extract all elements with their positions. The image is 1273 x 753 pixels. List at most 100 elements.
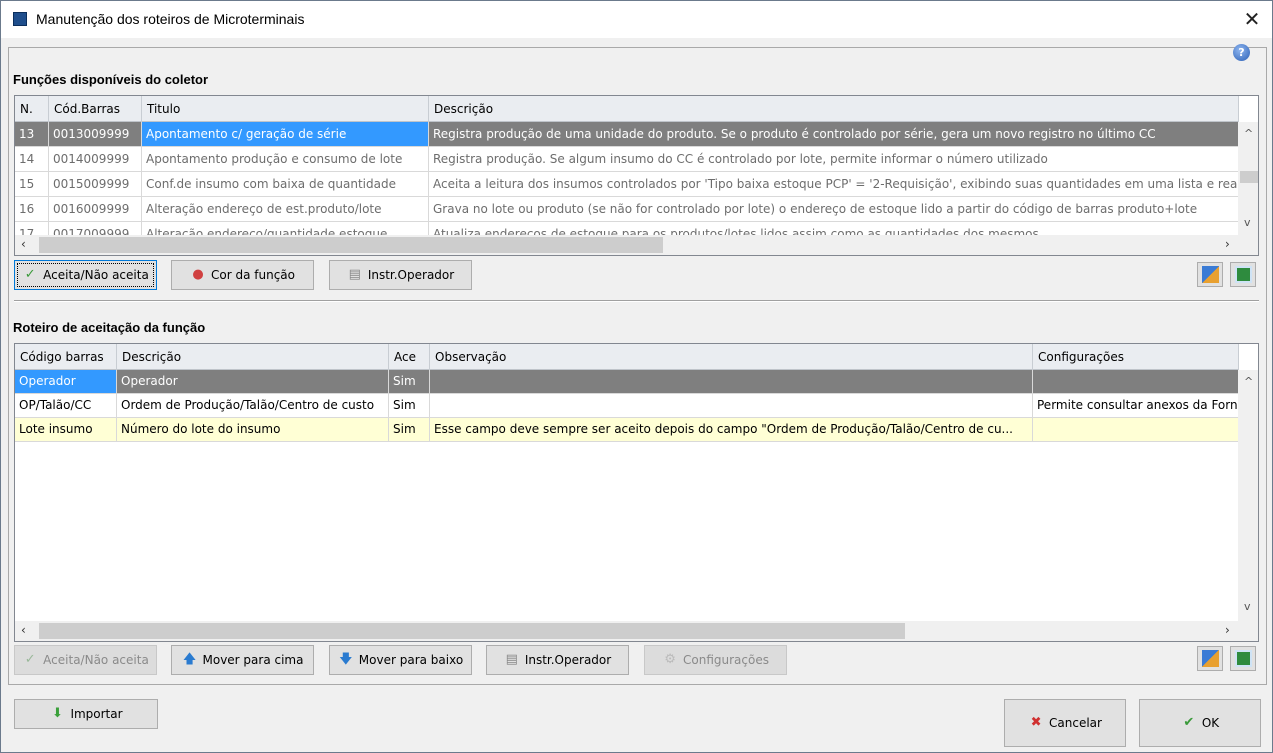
scroll-left-icon[interactable]: ‹ [21, 237, 26, 251]
button-label: Instr.Operador [367, 268, 455, 282]
check-cross-icon: ✓ [24, 652, 36, 667]
col-header-settings[interactable]: Configurações [1033, 344, 1239, 370]
functions-horizontal-scrollbar[interactable]: ‹ › [15, 235, 1258, 255]
notepad-icon: ▤ [348, 267, 361, 282]
cell-title: Apontamento c/ geração de série [142, 122, 429, 146]
cell-desc: Registra produção de uma unidade do prod… [429, 122, 1239, 146]
scroll-right-icon[interactable]: › [1225, 237, 1230, 251]
scroll-thumb[interactable] [39, 237, 663, 253]
col-header-n[interactable]: N. [15, 96, 49, 122]
function-row[interactable]: 15 0015009999 Conf.de insumo com baixa de … [15, 172, 1239, 197]
notepad-icon: ▤ [505, 652, 518, 667]
cancel-x-icon: ✖ [1030, 715, 1042, 730]
route-horizontal-scrollbar[interactable]: ‹ › [15, 621, 1258, 641]
help-icon[interactable]: ? [1233, 44, 1250, 61]
cell-ace: Sim [389, 370, 430, 393]
route-export-excel-button[interactable] [1230, 646, 1256, 671]
functions-section-title: Funções disponíveis do coletor [13, 72, 209, 87]
title-bar: Manutenção dos roteiros de Microterminai… [1, 1, 1272, 38]
route-row[interactable]: Operador Operador Sim [15, 370, 1239, 394]
cell-desc: Número do lote do insumo [117, 418, 389, 441]
cell-title: Alteração endereço de est.produto/lote [142, 197, 429, 221]
col-header-barcode[interactable]: Código barras [15, 344, 117, 370]
cell-n: 16 [15, 197, 49, 221]
checkmark-icon: ✔ [1183, 715, 1195, 730]
operator-instructions-button[interactable]: ▤ Instr.Operador [329, 260, 472, 290]
function-row[interactable]: 16 0016009999 Alteração endereço de est.pr… [15, 197, 1239, 222]
excel-icon [1235, 650, 1252, 667]
functions-grid-header: N. Cód.Barras Titulo Descrição [15, 96, 1239, 122]
route-section-title: Roteiro de aceitação da função [13, 320, 206, 335]
scroll-down-icon[interactable]: v [1244, 216, 1251, 229]
functions-vertical-scrollbar[interactable]: ^ v [1238, 122, 1258, 235]
cell-n: 15 [15, 172, 49, 196]
arrow-down-icon: 🡇 [339, 652, 353, 667]
col-header-description[interactable]: Descrição [117, 344, 389, 370]
cell-code: 0013009999 [49, 122, 142, 146]
col-header-accept[interactable]: Ace [389, 344, 430, 370]
section-divider [14, 300, 1259, 302]
cell-ace: Sim [389, 394, 430, 417]
button-label: Cancelar [1049, 716, 1102, 730]
close-button[interactable]: ✕ [1237, 5, 1267, 33]
cell-desc: Ordem de Produção/Talão/Centro de custo [117, 394, 389, 417]
cell-n: 14 [15, 147, 49, 171]
route-grid-layout-button[interactable] [1197, 646, 1223, 671]
import-icon: ⬇ [51, 706, 63, 721]
cell-obs [430, 394, 1033, 417]
col-header-observation[interactable]: Observação [430, 344, 1033, 370]
cancel-button[interactable]: ✖ Cancelar [1004, 699, 1126, 747]
cell-code: 0016009999 [49, 197, 142, 221]
function-row[interactable]: 14 0014009999 Apontamento produção e consu… [15, 147, 1239, 172]
scroll-up-icon[interactable]: ^ [1244, 375, 1253, 388]
import-button[interactable]: ⬇ Importar [14, 699, 158, 729]
cell-desc: Aceita a leitura dos insumos controlados… [429, 172, 1239, 196]
button-label: Aceita/Não aceita [43, 653, 149, 667]
settings-button[interactable]: ⚙ Configurações [644, 645, 787, 675]
cell-code: Lote insumo [15, 418, 117, 441]
cell-n: 13 [15, 122, 49, 146]
arrow-up-icon: 🡅 [182, 652, 197, 667]
cell-code: 0014009999 [49, 147, 142, 171]
col-header-barcode[interactable]: Cód.Barras [49, 96, 142, 122]
cell-ace: Sim [389, 418, 430, 441]
function-row[interactable]: 13 0013009999 Apontamento c/ geração de sé… [15, 122, 1239, 147]
move-up-button[interactable]: 🡅 Mover para cima [171, 645, 314, 675]
cell-config [1033, 370, 1239, 393]
scroll-right-icon[interactable]: › [1225, 623, 1230, 637]
grid-layout-button[interactable] [1197, 262, 1223, 287]
check-cross-icon: ✓ [24, 267, 36, 282]
button-label: Instr.Operador [524, 653, 612, 667]
scroll-down-icon[interactable]: v [1244, 600, 1251, 613]
route-vertical-scrollbar[interactable]: ^ v [1238, 370, 1258, 621]
route-row[interactable]: OP/Talão/CC Ordem de Produção/Talão/Centr… [15, 394, 1239, 418]
route-row[interactable]: Lote insumo Número do lote do insumo Sim Es… [15, 418, 1239, 442]
scroll-thumb[interactable] [1240, 171, 1258, 183]
export-excel-button[interactable] [1230, 262, 1256, 287]
col-header-description[interactable]: Descrição [429, 96, 1239, 122]
ok-button[interactable]: ✔ OK [1139, 699, 1261, 747]
accept-toggle-button[interactable]: ✓ Aceita/Não aceita [14, 260, 157, 290]
cell-desc: Registra produção. Se algum insumo do CC… [429, 147, 1239, 171]
functions-grid[interactable]: N. Cód.Barras Titulo Descrição 13 0013009… [14, 95, 1259, 256]
scroll-thumb[interactable] [39, 623, 905, 639]
cell-code: 0015009999 [49, 172, 142, 196]
col-header-title[interactable]: Titulo [142, 96, 429, 122]
gear-icon: ⚙ [664, 652, 676, 667]
button-label: OK [1201, 716, 1220, 730]
button-label: Mover para cima [202, 653, 304, 667]
route-accept-toggle-button[interactable]: ✓ Aceita/Não aceita [14, 645, 157, 675]
button-label: Importar [70, 707, 123, 721]
cell-desc: Grava no lote ou produto (se não for con… [429, 197, 1239, 221]
route-operator-instructions-button[interactable]: ▤ Instr.Operador [486, 645, 629, 675]
scroll-left-icon[interactable]: ‹ [21, 623, 26, 637]
cell-title: Conf.de insumo com baixa de quantidade [142, 172, 429, 196]
move-down-button[interactable]: 🡇 Mover para baixo [329, 645, 472, 675]
cell-obs: Esse campo deve sempre ser aceito depois… [430, 418, 1033, 441]
scroll-up-icon[interactable]: ^ [1244, 127, 1253, 140]
button-label: Configurações [683, 653, 769, 667]
route-grid[interactable]: Código barras Descrição Ace Observação C… [14, 343, 1259, 642]
function-color-button[interactable]: ● Cor da função [171, 260, 314, 290]
cell-title: Apontamento produção e consumo de lote [142, 147, 429, 171]
window-title: Manutenção dos roteiros de Microterminai… [36, 11, 305, 27]
